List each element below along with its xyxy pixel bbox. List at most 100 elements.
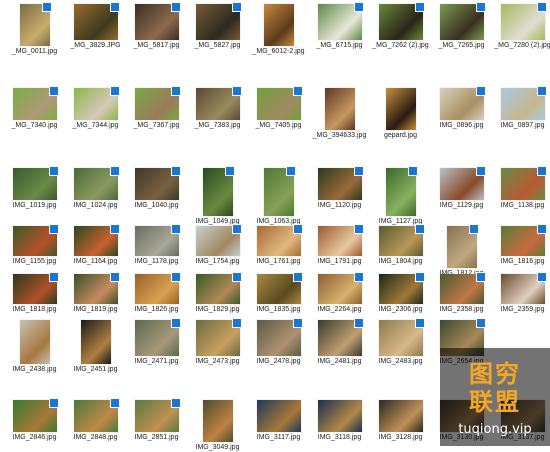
file-item[interactable]: _MG_7367.jpg <box>126 86 187 130</box>
image-thumbnail[interactable] <box>19 320 50 364</box>
file-item[interactable]: IMG_2473.jpg <box>187 318 248 366</box>
file-item[interactable]: IMG_1178.jpg <box>126 224 187 266</box>
file-item[interactable]: IMG_1120.jpg <box>309 166 370 210</box>
image-thumbnail[interactable] <box>12 86 59 120</box>
image-thumbnail[interactable] <box>500 272 547 304</box>
file-item[interactable]: IMG_1164.jpg <box>65 224 126 266</box>
file-item[interactable]: IMG_1835.jpg <box>248 272 309 314</box>
image-thumbnail[interactable] <box>80 320 111 364</box>
file-item[interactable]: IMG_1829.jpg <box>187 272 248 314</box>
file-item[interactable]: _MG_7340.jpg <box>4 86 65 130</box>
image-thumbnail[interactable] <box>73 166 120 200</box>
image-thumbnail[interactable] <box>378 400 423 432</box>
file-item[interactable]: IMG_1816.jpg <box>492 224 550 266</box>
image-thumbnail[interactable] <box>500 166 547 200</box>
image-thumbnail[interactable] <box>263 4 294 46</box>
file-item[interactable]: IMG_1127.jpg <box>370 166 431 226</box>
file-item[interactable]: IMG_1155.jpg <box>4 224 65 266</box>
file-item[interactable]: _MG_5827.jpg <box>187 2 248 50</box>
file-item[interactable]: _MG_0011.jpg <box>4 2 65 56</box>
file-item[interactable]: IMG_1129.jpg <box>431 166 492 210</box>
file-item[interactable]: IMG_1040.jpg <box>126 166 187 210</box>
image-thumbnail[interactable] <box>378 2 425 40</box>
image-thumbnail[interactable] <box>195 272 242 304</box>
file-item[interactable]: IMG_3049.jpg <box>187 400 248 452</box>
image-thumbnail[interactable] <box>500 224 547 256</box>
file-item[interactable]: IMG_2471.jpg <box>126 318 187 366</box>
image-thumbnail[interactable] <box>73 272 120 304</box>
file-item[interactable]: _MG_394633.jpg <box>309 88 370 140</box>
image-thumbnail[interactable] <box>439 86 486 120</box>
image-thumbnail[interactable] <box>195 86 242 120</box>
image-thumbnail[interactable] <box>385 166 418 216</box>
image-thumbnail[interactable] <box>378 224 425 256</box>
file-item[interactable]: _MG_7280 (2).jpg <box>492 2 550 50</box>
image-thumbnail[interactable] <box>317 272 364 304</box>
image-thumbnail[interactable] <box>12 398 59 432</box>
file-item[interactable]: IMG_2306.jpg <box>370 272 431 314</box>
image-thumbnail[interactable] <box>134 224 181 256</box>
image-thumbnail[interactable] <box>73 86 120 120</box>
image-thumbnail[interactable] <box>134 272 181 304</box>
image-thumbnail[interactable] <box>256 224 303 256</box>
image-thumbnail[interactable] <box>12 272 59 304</box>
image-thumbnail[interactable] <box>134 86 181 120</box>
file-item[interactable]: IMG_3117.jpg <box>248 400 309 442</box>
file-item[interactable]: IMG_2451.jpg <box>65 320 126 374</box>
image-thumbnail[interactable] <box>317 2 364 40</box>
image-thumbnail[interactable] <box>134 398 181 432</box>
image-thumbnail[interactable] <box>134 318 181 356</box>
image-thumbnail[interactable] <box>73 2 120 40</box>
file-item[interactable]: IMG_1063.jpg <box>248 166 309 226</box>
image-thumbnail[interactable] <box>439 2 486 40</box>
image-thumbnail[interactable] <box>134 2 181 40</box>
file-item[interactable]: _MG_7265.jpg <box>431 2 492 50</box>
file-item[interactable]: IMG_0897.jpg <box>492 86 550 130</box>
image-thumbnail[interactable] <box>317 166 364 200</box>
file-item[interactable]: _MG_7262 (2).jpg <box>370 2 431 50</box>
image-thumbnail[interactable] <box>256 318 303 356</box>
image-thumbnail[interactable] <box>19 2 52 46</box>
image-thumbnail[interactable] <box>317 400 362 432</box>
image-thumbnail[interactable] <box>195 2 242 40</box>
file-item[interactable]: gepard.jpg <box>370 88 431 140</box>
image-thumbnail[interactable] <box>195 224 242 256</box>
file-item[interactable]: _MG_7383.jpg <box>187 86 248 130</box>
file-item[interactable]: IMG_1024.jpg <box>65 166 126 210</box>
file-item[interactable]: IMG_2359.jpg <box>492 272 550 314</box>
file-item[interactable]: IMG_2481.jpg <box>309 318 370 366</box>
image-thumbnail[interactable] <box>446 224 479 268</box>
file-item[interactable]: IMG_2478.jpg <box>248 318 309 366</box>
image-thumbnail[interactable] <box>439 166 486 200</box>
file-item[interactable]: IMG_1819.jpg <box>65 272 126 314</box>
image-thumbnail[interactable] <box>317 318 364 356</box>
image-thumbnail[interactable] <box>500 2 547 40</box>
image-thumbnail[interactable] <box>195 318 242 356</box>
file-item[interactable]: IMG_1818.jpg <box>4 272 65 314</box>
image-thumbnail[interactable] <box>385 88 416 130</box>
file-item[interactable]: _MG_7405.jpg <box>248 86 309 130</box>
file-item[interactable]: IMG_1019.jpg <box>4 166 65 210</box>
image-thumbnail[interactable] <box>263 166 296 216</box>
file-item[interactable]: IMG_2846.jpg <box>4 398 65 442</box>
file-item[interactable]: _MG_6715.jpg <box>309 2 370 50</box>
image-thumbnail[interactable] <box>324 88 355 130</box>
file-item[interactable]: _MG_6012-2.jpg <box>248 4 309 56</box>
image-thumbnail[interactable] <box>500 86 547 120</box>
image-thumbnail[interactable] <box>202 166 235 216</box>
file-item[interactable]: IMG_0896.jpg <box>431 86 492 130</box>
file-item[interactable]: IMG_2851.jpg <box>126 398 187 442</box>
image-thumbnail[interactable] <box>12 224 59 256</box>
image-thumbnail[interactable] <box>317 224 364 256</box>
image-thumbnail[interactable] <box>256 272 303 304</box>
file-item[interactable]: IMG_1049.jpg <box>187 166 248 226</box>
image-thumbnail[interactable] <box>202 400 233 442</box>
file-item[interactable]: IMG_2264.jpg <box>309 272 370 314</box>
file-item[interactable]: IMG_1804.jpg <box>370 224 431 266</box>
file-item[interactable]: IMG_1791.jpg <box>309 224 370 266</box>
image-thumbnail[interactable] <box>134 166 181 200</box>
image-thumbnail[interactable] <box>439 272 486 304</box>
image-thumbnail[interactable] <box>73 398 120 432</box>
file-item[interactable]: IMG_1754.jpg <box>187 224 248 266</box>
file-item[interactable]: IMG_1761.jpg <box>248 224 309 266</box>
